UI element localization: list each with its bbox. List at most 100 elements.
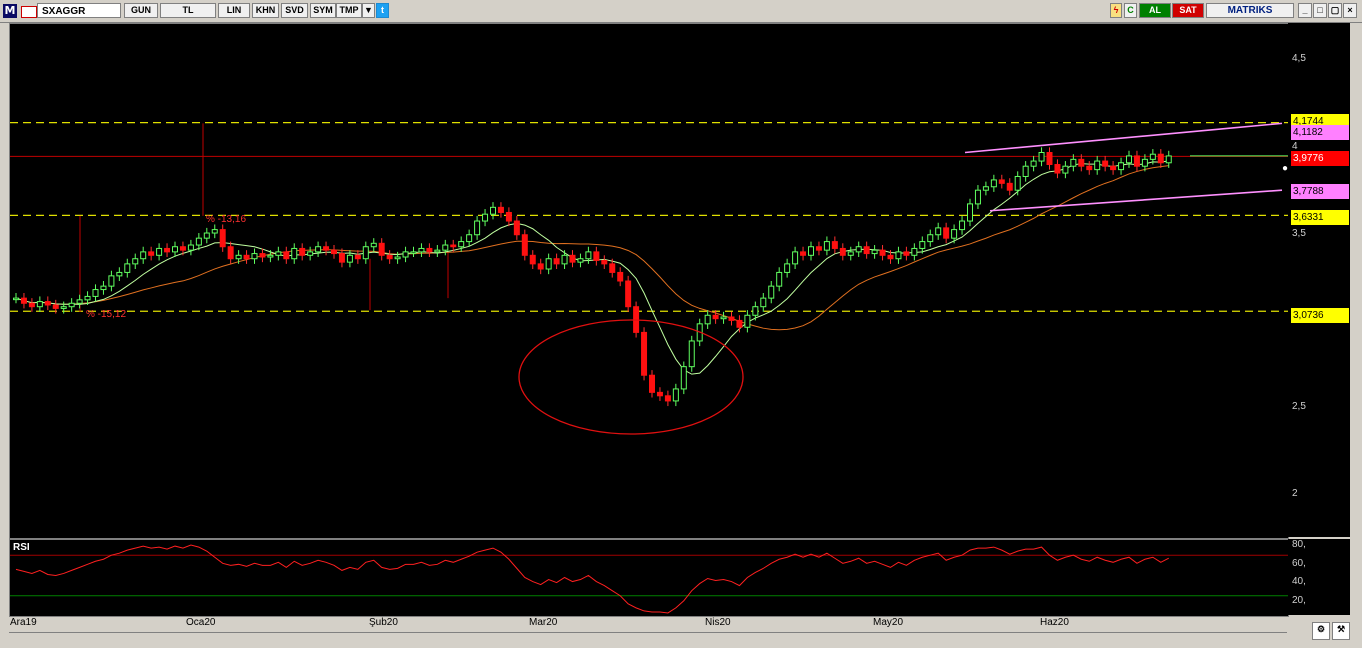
candle-body	[148, 251, 155, 256]
candle-body	[60, 306, 67, 309]
candle-body	[1014, 175, 1021, 191]
candle-body	[124, 263, 131, 273]
candle-body	[1006, 182, 1013, 191]
highlight-ellipse	[518, 319, 744, 435]
candle-body	[378, 242, 385, 256]
minimize-icon[interactable]: _	[1298, 3, 1312, 18]
candle-body	[943, 227, 950, 239]
candle-body	[720, 316, 727, 320]
candle-body	[847, 251, 854, 256]
lin-button[interactable]: LIN	[218, 3, 250, 18]
candle-body	[601, 259, 608, 265]
date-label: May20	[873, 617, 904, 628]
candle-body	[458, 241, 465, 248]
candle-body	[784, 263, 791, 273]
candle-body	[776, 271, 783, 287]
price-tick: 2	[1292, 488, 1298, 499]
price-box-support2: 3,0736	[1291, 308, 1349, 323]
candle-body	[1038, 152, 1045, 162]
candle-body	[172, 246, 178, 253]
tmp-button[interactable]: TMP	[336, 3, 362, 18]
maximize-icon[interactable]: ▢	[1328, 3, 1342, 18]
candle-body	[967, 203, 973, 222]
candle-body	[68, 302, 75, 308]
candle-body	[982, 186, 989, 191]
candle-body	[529, 254, 536, 265]
candle-body	[1141, 158, 1148, 167]
candle-body	[1054, 163, 1061, 174]
lightning-icon[interactable]: ϟ	[1110, 3, 1122, 18]
price-chart-panel[interactable]: % -13,16 % -15,12	[9, 23, 1289, 539]
buy-button[interactable]: AL	[1139, 3, 1171, 18]
candle-body	[211, 229, 218, 234]
candle-body	[561, 254, 568, 265]
candle-body	[656, 391, 663, 397]
price-tick: 4,5	[1292, 53, 1306, 64]
svd-button[interactable]: SVD	[281, 3, 308, 18]
candle-body	[974, 189, 981, 205]
candle-body	[863, 246, 870, 255]
candle-body	[434, 249, 441, 253]
candle-body	[823, 241, 830, 251]
rsi-tick: 40,	[1292, 576, 1306, 587]
candle-body	[895, 251, 902, 260]
rsi-chart-svg	[10, 544, 1288, 614]
candle-body	[593, 251, 600, 261]
sym-button[interactable]: SYM	[310, 3, 336, 18]
date-axis: Ara19 Oca20 Şub20 Mar20 Nis20 May20 Haz2…	[9, 617, 1287, 630]
price-chart-svg	[10, 122, 1288, 435]
sell-button[interactable]: SAT	[1172, 3, 1204, 18]
channel-top-line	[964, 122, 1283, 154]
candle-body	[497, 206, 504, 213]
close-icon[interactable]: ×	[1343, 3, 1357, 18]
candle-body	[521, 234, 528, 256]
ma-short-line	[15, 160, 1169, 375]
channel-bottom-line	[989, 189, 1283, 212]
candle-body	[1046, 152, 1053, 165]
candle-body	[299, 247, 306, 256]
candle-body	[283, 251, 290, 260]
candle-body	[466, 234, 473, 243]
pct-annotation-top: % -13,16	[206, 214, 247, 225]
candle-body	[1030, 160, 1037, 167]
candle-body	[187, 244, 194, 251]
candle-body	[744, 314, 751, 328]
candle-body	[243, 254, 250, 260]
candle-body	[1078, 158, 1085, 167]
candle-body	[641, 331, 648, 376]
candle-body	[537, 263, 544, 270]
candle-body	[354, 254, 361, 260]
candle-body	[28, 302, 35, 308]
candle-body	[736, 319, 743, 328]
dropdown-arrow-icon[interactable]: ▼	[362, 3, 375, 18]
rsi-scale: 80, 60, 40, 20,	[1288, 539, 1350, 615]
candle-body	[1149, 153, 1156, 160]
candle-body	[1118, 162, 1125, 171]
horizontal-scrollbar[interactable]	[9, 632, 1287, 641]
candle-body	[251, 253, 258, 260]
candle-body	[44, 301, 51, 306]
candle-body	[911, 247, 918, 256]
candle-body	[450, 244, 457, 248]
settings-icon[interactable]: ⚙	[1312, 622, 1330, 640]
date-label: Mar20	[529, 617, 558, 628]
candle-body	[919, 241, 926, 249]
candle-body	[482, 213, 489, 222]
candle-body	[585, 251, 592, 260]
candle-body	[418, 247, 425, 253]
candle-body	[649, 374, 655, 393]
currency-button[interactable]: TL	[160, 3, 216, 18]
symbol-input[interactable]: SXAGGR	[37, 3, 121, 18]
restore-icon[interactable]: □	[1313, 3, 1327, 18]
rsi-panel[interactable]: RSI	[9, 539, 1289, 617]
khn-button[interactable]: KHN	[252, 3, 279, 18]
candle-body	[1157, 153, 1164, 164]
period-button[interactable]: GUN	[124, 3, 158, 18]
candle-body	[513, 220, 520, 236]
candle-body	[108, 275, 115, 287]
pct-annotation-bottom: % -15,12	[86, 309, 127, 320]
twitter-icon[interactable]: t	[376, 3, 389, 18]
date-label: Nis20	[705, 617, 731, 628]
tools-icon[interactable]: ⚒	[1332, 622, 1350, 640]
refresh-icon[interactable]: C	[1124, 3, 1137, 18]
